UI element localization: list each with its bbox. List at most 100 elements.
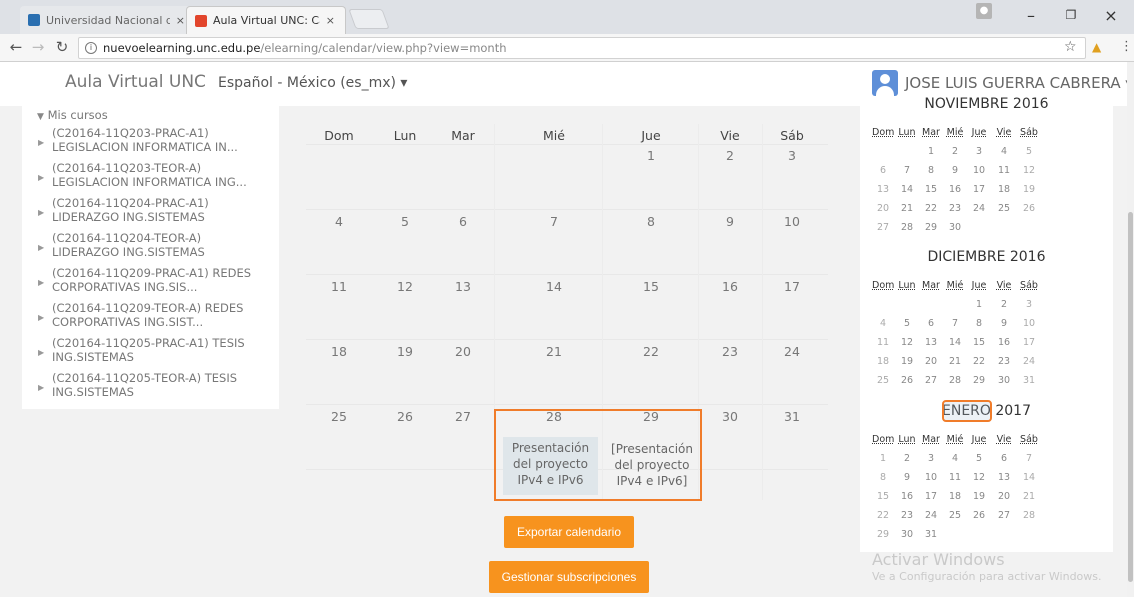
- mini-calendar-day[interactable]: 22: [872, 510, 894, 521]
- mini-calendar-day[interactable]: 18: [944, 491, 966, 502]
- my-courses-title[interactable]: ▼ Mis cursos: [37, 108, 108, 122]
- mini-calendar-day[interactable]: 6: [993, 453, 1015, 464]
- course-link[interactable]: ▶ (C20164-11Q204-TEOR-A) LIDERAZGO ING.SIS…: [38, 231, 277, 259]
- mini-calendar-day[interactable]: 27: [993, 510, 1015, 521]
- mini-calendar-day[interactable]: 5: [896, 318, 918, 329]
- course-link[interactable]: ▶ (C20164-11Q205-PRAC-A1) TESIS ING.SISTEM…: [38, 336, 277, 364]
- tab-close-icon[interactable]: ×: [326, 14, 335, 27]
- mini-calendar-day[interactable]: 10: [968, 165, 990, 176]
- mini-calendar-day[interactable]: 26: [968, 510, 990, 521]
- extension-icon[interactable]: ▲: [1092, 40, 1101, 54]
- calendar-day[interactable]: 24: [760, 344, 824, 359]
- mini-calendar-day[interactable]: 1: [968, 299, 990, 310]
- tab-close-icon[interactable]: ×: [176, 14, 185, 27]
- mini-calendar-day[interactable]: 27: [920, 375, 942, 386]
- calendar-day[interactable]: 17: [760, 279, 824, 294]
- calendar-day[interactable]: 18: [307, 344, 371, 359]
- mini-calendar-day[interactable]: 31: [920, 529, 942, 540]
- calendar-day[interactable]: 11: [307, 279, 371, 294]
- mini-calendar-day[interactable]: 26: [896, 375, 918, 386]
- close-window-button[interactable]: ×: [1096, 0, 1126, 30]
- browser-menu-icon[interactable]: ⋮: [1120, 39, 1133, 54]
- bookmark-star-icon[interactable]: ☆: [1064, 39, 1077, 55]
- export-calendar-button[interactable]: Exportar calendario: [504, 516, 634, 548]
- mini-calendar-day[interactable]: 4: [993, 146, 1015, 157]
- forward-icon[interactable]: →: [28, 38, 48, 56]
- mini-calendar-day[interactable]: 2: [896, 453, 918, 464]
- calendar-day[interactable]: 22: [619, 344, 683, 359]
- mini-calendar-day[interactable]: 13: [872, 184, 894, 195]
- calendar-day[interactable]: 10: [760, 214, 824, 229]
- mini-calendar-day[interactable]: 13: [920, 337, 942, 348]
- calendar-day[interactable]: 16: [698, 279, 762, 294]
- mini-calendar-day[interactable]: 2: [944, 146, 966, 157]
- mini-calendar-day[interactable]: 1: [920, 146, 942, 157]
- language-selector[interactable]: Español - México (es_mx) ▾: [218, 75, 407, 91]
- mini-calendar-day[interactable]: 13: [993, 472, 1015, 483]
- mini-calendar-day[interactable]: 15: [920, 184, 942, 195]
- browser-tab-unc[interactable]: Universidad Nacional de ×: [20, 6, 195, 34]
- mini-calendar-day[interactable]: 5: [1018, 146, 1040, 157]
- mini-calendar-day[interactable]: 6: [920, 318, 942, 329]
- mini-calendar-day[interactable]: 3: [920, 453, 942, 464]
- mini-calendar-day[interactable]: 4: [944, 453, 966, 464]
- page-scrollbar[interactable]: [1127, 62, 1134, 597]
- mini-calendar-day[interactable]: 30: [993, 375, 1015, 386]
- course-link[interactable]: ▶ (C20164-11Q203-PRAC-A1) LEGISLACION INFO…: [38, 126, 277, 154]
- mini-calendar-day[interactable]: 25: [944, 510, 966, 521]
- mini-calendar-day[interactable]: 8: [968, 318, 990, 329]
- calendar-day[interactable]: 31: [760, 409, 824, 424]
- mini-calendar-day[interactable]: 11: [872, 337, 894, 348]
- calendar-day[interactable]: 6: [431, 214, 495, 229]
- calendar-day[interactable]: 30: [698, 409, 762, 424]
- avatar[interactable]: [872, 70, 898, 96]
- mini-calendar-day[interactable]: 30: [944, 222, 966, 233]
- calendar-event[interactable]: Presentación del proyecto IPv4 e IPv6: [503, 437, 598, 495]
- calendar-day[interactable]: 8: [619, 214, 683, 229]
- address-bar[interactable]: i nuevoelearning.unc.edu.pe/elearning/ca…: [78, 37, 1086, 59]
- mini-calendar-day[interactable]: 15: [968, 337, 990, 348]
- mini-calendar-day[interactable]: 24: [920, 510, 942, 521]
- calendar-day[interactable]: 15: [619, 279, 683, 294]
- mini-calendar-day[interactable]: 8: [920, 165, 942, 176]
- manage-subscriptions-button[interactable]: Gestionar subscripciones: [489, 561, 649, 593]
- mini-calendar-day[interactable]: 6: [872, 165, 894, 176]
- calendar-day[interactable]: 5: [373, 214, 437, 229]
- maximize-button[interactable]: ❐: [1056, 0, 1086, 30]
- calendar-day[interactable]: 26: [373, 409, 437, 424]
- mini-calendar-day[interactable]: 8: [872, 472, 894, 483]
- calendar-day[interactable]: 23: [698, 344, 762, 359]
- mini-calendar-day[interactable]: 14: [1018, 472, 1040, 483]
- mini-calendar-day[interactable]: 26: [1018, 203, 1040, 214]
- profile-icon[interactable]: ●: [976, 3, 992, 19]
- mini-calendar-day[interactable]: 10: [1018, 318, 1040, 329]
- mini-calendar-day[interactable]: 29: [968, 375, 990, 386]
- calendar-day[interactable]: 14: [522, 279, 586, 294]
- mini-calendar-day[interactable]: 2: [993, 299, 1015, 310]
- course-link[interactable]: ▶ (C20164-11Q209-TEOR-A) REDES CORPORATIVA…: [38, 301, 277, 329]
- mini-calendar-day[interactable]: 3: [968, 146, 990, 157]
- mini-calendar-day[interactable]: 18: [993, 184, 1015, 195]
- mini-calendar-day[interactable]: 11: [944, 472, 966, 483]
- mini-calendar-day[interactable]: 21: [944, 356, 966, 367]
- mini-calendar-day[interactable]: 20: [920, 356, 942, 367]
- calendar-day[interactable]: 20: [431, 344, 495, 359]
- mini-calendar-day[interactable]: 14: [944, 337, 966, 348]
- calendar-day[interactable]: 21: [522, 344, 586, 359]
- mini-calendar-day[interactable]: 10: [920, 472, 942, 483]
- mini-calendar-day[interactable]: 11: [993, 165, 1015, 176]
- mini-calendar-day[interactable]: 16: [944, 184, 966, 195]
- mini-calendar-day[interactable]: 3: [1018, 299, 1040, 310]
- mini-calendar-day[interactable]: 19: [968, 491, 990, 502]
- calendar-day[interactable]: 4: [307, 214, 371, 229]
- mini-calendar-day[interactable]: 16: [896, 491, 918, 502]
- mini-calendar-day[interactable]: 18: [872, 356, 894, 367]
- calendar-day[interactable]: 3: [760, 148, 824, 163]
- mini-calendar-day[interactable]: 21: [1018, 491, 1040, 502]
- reload-icon[interactable]: ↻: [52, 38, 72, 56]
- mini-calendar-day[interactable]: 19: [1018, 184, 1040, 195]
- mini-calendar-day[interactable]: 23: [944, 203, 966, 214]
- calendar-day[interactable]: 9: [698, 214, 762, 229]
- mini-calendar-day[interactable]: 17: [1018, 337, 1040, 348]
- mini-calendar-day[interactable]: 15: [872, 491, 894, 502]
